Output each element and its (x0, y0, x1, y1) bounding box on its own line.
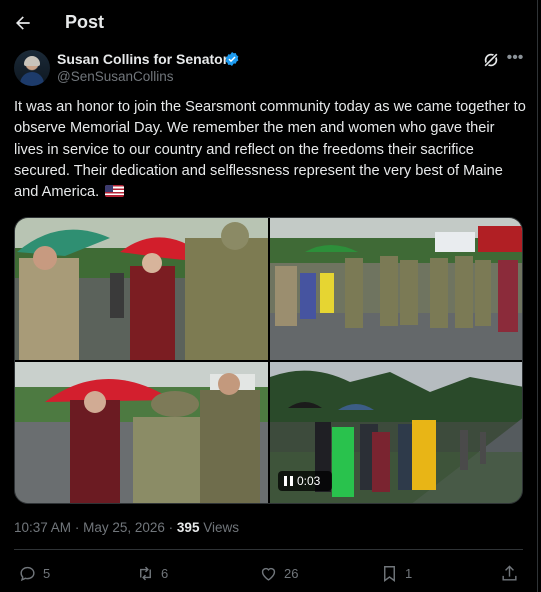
video-duration: 0:03 (297, 474, 321, 488)
photo-1[interactable] (15, 218, 268, 360)
post-date[interactable]: May 25, 2026 (83, 520, 165, 535)
post-detail-page: Post Susan Collins for Senator @SenSusan… (0, 0, 538, 592)
like-button[interactable]: 26 (259, 562, 298, 584)
repost-icon (140, 566, 151, 580)
page-title: Post (65, 12, 105, 32)
back-button[interactable] (10, 10, 36, 36)
top-bar: Post (0, 0, 538, 46)
author-name[interactable]: Susan Collins for Senator (57, 51, 228, 67)
arrow-left-icon (16, 16, 30, 30)
video-duration-badge: 0:03 (278, 471, 332, 491)
share-button[interactable] (500, 562, 519, 584)
reply-icon (20, 566, 35, 581)
views-label: Views (203, 520, 239, 535)
reply-button[interactable]: 5 (18, 562, 50, 584)
bookmark-icon (384, 565, 395, 582)
photo-2[interactable] (270, 218, 522, 360)
bookmark-button[interactable]: 1 (380, 562, 412, 584)
views-count: 395 (176, 520, 200, 535)
bookmark-count: 1 (405, 565, 413, 581)
post-text: It was an honor to join the Searsmont co… (14, 97, 526, 203)
verified-badge-icon (225, 52, 239, 66)
divider (14, 549, 523, 550)
share-icon (502, 564, 517, 581)
media-grid (14, 217, 523, 504)
repost-button[interactable]: 6 (136, 562, 168, 584)
avatar[interactable] (14, 50, 50, 86)
pause-icon (284, 476, 293, 486)
heart-icon (261, 567, 276, 581)
author-handle[interactable]: @SenSusanCollins (57, 69, 174, 84)
more-options-icon[interactable]: ••• (504, 49, 526, 69)
reply-count: 5 (43, 565, 51, 581)
post-body: It was an honor to join the Searsmont co… (14, 99, 526, 201)
repost-count: 6 (161, 565, 169, 581)
post-meta: 10:37 AM · May 25, 2026 · 395 Views (14, 520, 239, 535)
post-time[interactable]: 10:37 AM (14, 520, 71, 535)
photo-3[interactable] (15, 362, 268, 503)
grok-icon[interactable] (481, 50, 501, 70)
us-flag-emoji (105, 185, 125, 198)
like-count: 26 (284, 565, 299, 581)
